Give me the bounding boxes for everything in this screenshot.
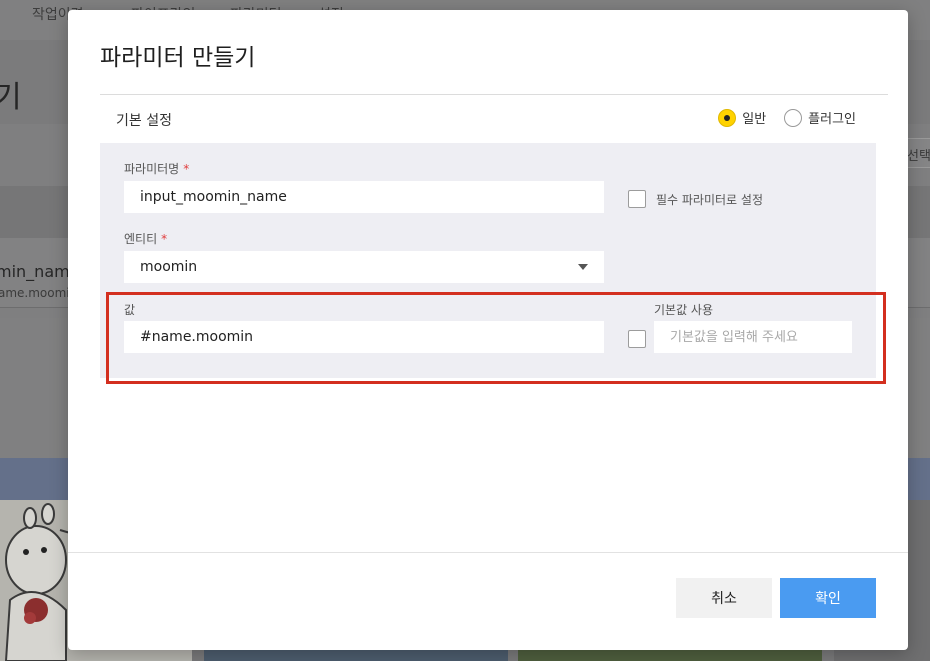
section-label-basic-settings: 기본 설정 [116, 113, 172, 129]
radio-general[interactable]: 일반 [718, 108, 766, 127]
radio-unchecked-icon[interactable] [784, 108, 803, 127]
chevron-down-icon [578, 264, 588, 270]
default-value-input[interactable] [654, 321, 852, 353]
create-parameter-modal: 파라미터 만들기 기본 설정 일반 플러그인 파라미터명* 필수 파라미터로 설… [68, 10, 908, 650]
required-param-label: 필수 파라미터로 설정 [656, 193, 763, 207]
required-mark: * [161, 232, 168, 246]
default-value-label: 기본값 사용 [654, 303, 714, 317]
required-param-checkbox[interactable] [628, 190, 646, 208]
param-name-input[interactable] [124, 181, 604, 213]
entity-label: 엔티티 * [124, 232, 168, 246]
cancel-button[interactable]: 취소 [676, 578, 772, 618]
radio-plugin-label: 플러그인 [808, 112, 856, 127]
radio-general-label: 일반 [742, 112, 767, 127]
param-name-label: 파라미터명 * [124, 162, 190, 176]
value-label: 값 [124, 303, 136, 317]
footer-divider [68, 552, 908, 553]
default-value-checkbox[interactable] [628, 330, 646, 348]
form-panel: 파라미터명* 필수 파라미터로 설정 엔티티* moomin 값 기본값 사용 [100, 143, 876, 378]
confirm-button[interactable]: 확인 [780, 578, 876, 618]
required-mark: * [183, 162, 190, 176]
background-row-subtext: ame.moomin [0, 286, 78, 300]
entity-select-value: moomin [140, 259, 198, 275]
value-input[interactable] [124, 321, 604, 353]
type-radio-group: 일반 플러그인 [718, 108, 856, 127]
entity-select[interactable]: moomin [124, 251, 604, 283]
radio-plugin[interactable]: 플러그인 [784, 108, 856, 127]
title-divider [100, 94, 888, 95]
modal-title: 파라미터 만들기 [100, 45, 256, 71]
radio-checked-icon[interactable] [718, 108, 737, 127]
background-page-title: 기 [0, 80, 22, 115]
